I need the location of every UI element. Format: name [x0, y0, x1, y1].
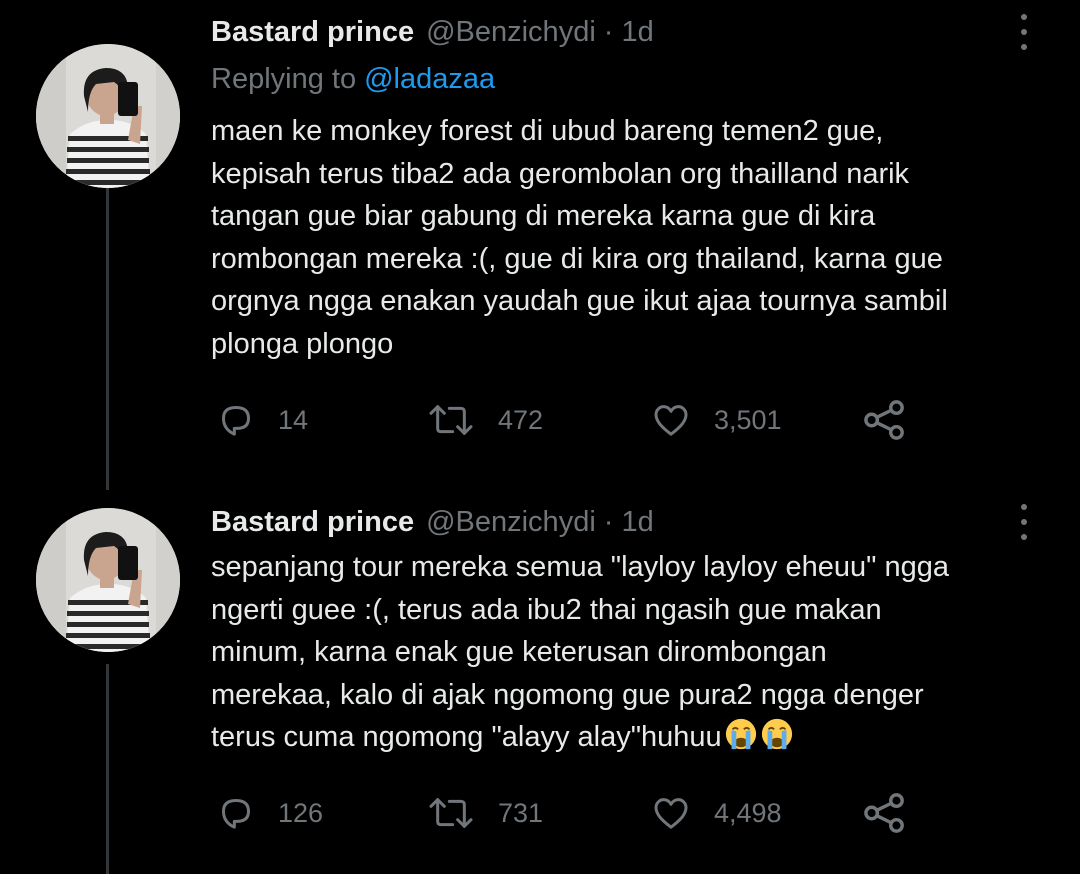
retweet-icon — [429, 405, 473, 435]
tweet-text-line: rombongan mereka :(, gue di kira org tha… — [211, 242, 943, 275]
reply-button[interactable]: 126 — [216, 793, 323, 833]
tweet-text-line: kepisah terus tiba2 ada gerombolan org t… — [211, 157, 910, 190]
replying-to-handle[interactable]: @ladazaa — [364, 63, 495, 96]
share-button[interactable] — [862, 400, 908, 440]
like-button[interactable]: 3,501 — [650, 400, 782, 440]
share-icon — [864, 793, 904, 833]
tweet-text-line-text: terus cuma ngomong "alayy alay"huhuu — [211, 721, 722, 753]
tweet-text: maen ke monkey forest di ubud bareng tem… — [211, 110, 1061, 365]
author-name[interactable]: Bastard prince — [211, 506, 414, 539]
tweet-text-line: plonga plongo — [211, 327, 394, 360]
more-icon[interactable] — [1010, 500, 1038, 544]
author-handle[interactable]: @Benzichydi — [426, 16, 596, 49]
tweet-text-line: ngerti guee :(, terus ada ibu2 thai ngas… — [211, 593, 882, 626]
share-button[interactable] — [862, 793, 908, 833]
like-count: 3,501 — [714, 404, 782, 435]
tweet-text-line: orgnya ngga enakan yaudah gue ikut ajaa … — [211, 285, 948, 317]
replying-to-label: Replying to — [211, 62, 357, 95]
timestamp[interactable]: 1d — [621, 16, 653, 49]
reply-button[interactable]: 14 — [216, 400, 308, 440]
tweet-text-line: minum, karna enak gue keterusan dirombon… — [211, 636, 827, 668]
author-handle[interactable]: @Benzichydi — [426, 506, 596, 539]
avatar[interactable] — [36, 44, 180, 188]
tweet-text-line: sepanjang tour mereka semua "layloy layl… — [211, 551, 949, 583]
replying-to: Replying to @ladazaa — [211, 59, 495, 99]
thread-line — [106, 664, 109, 874]
reply-icon — [222, 406, 250, 436]
loudly-crying-face-emoji — [725, 718, 756, 750]
like-icon — [654, 405, 688, 436]
dot-separator: · — [603, 505, 614, 538]
tweet-text-line: merekaa, kalo di ajak ngomong gue pura2 … — [211, 678, 924, 711]
tweet-header: Bastard prince @Benzichydi · 1d — [211, 12, 654, 52]
like-count: 4,498 — [714, 797, 782, 828]
reply-icon — [222, 799, 250, 829]
dot-separator: · — [603, 15, 614, 48]
thread-line — [106, 174, 109, 490]
reply-count: 126 — [278, 797, 324, 828]
share-icon — [864, 400, 904, 440]
tweet-text-line: tangan gue biar gabung di mereka karna g… — [211, 200, 876, 232]
retweet-count: 731 — [498, 797, 544, 828]
retweet-count: 472 — [498, 404, 544, 435]
retweet-icon — [429, 798, 473, 828]
retweet-button[interactable]: 472 — [426, 400, 543, 440]
reply-count: 14 — [278, 404, 309, 435]
author-name[interactable]: Bastard prince — [211, 16, 414, 49]
retweet-button[interactable]: 731 — [426, 793, 543, 833]
tweet-text-line: terus cuma ngomong "alayy alay"huhuu — [211, 716, 1061, 759]
like-button[interactable]: 4,498 — [650, 793, 782, 833]
tweet-text: sepanjang tour mereka semua "layloy layl… — [211, 546, 1061, 759]
more-icon[interactable] — [1010, 10, 1038, 54]
avatar[interactable] — [36, 508, 180, 652]
tweet-header: Bastard prince @Benzichydi · 1d — [211, 502, 654, 542]
timestamp[interactable]: 1d — [621, 506, 653, 539]
loudly-crying-face-emoji — [761, 718, 792, 750]
like-icon — [654, 798, 688, 829]
tweet-text-line: maen ke monkey forest di ubud bareng tem… — [211, 115, 884, 147]
